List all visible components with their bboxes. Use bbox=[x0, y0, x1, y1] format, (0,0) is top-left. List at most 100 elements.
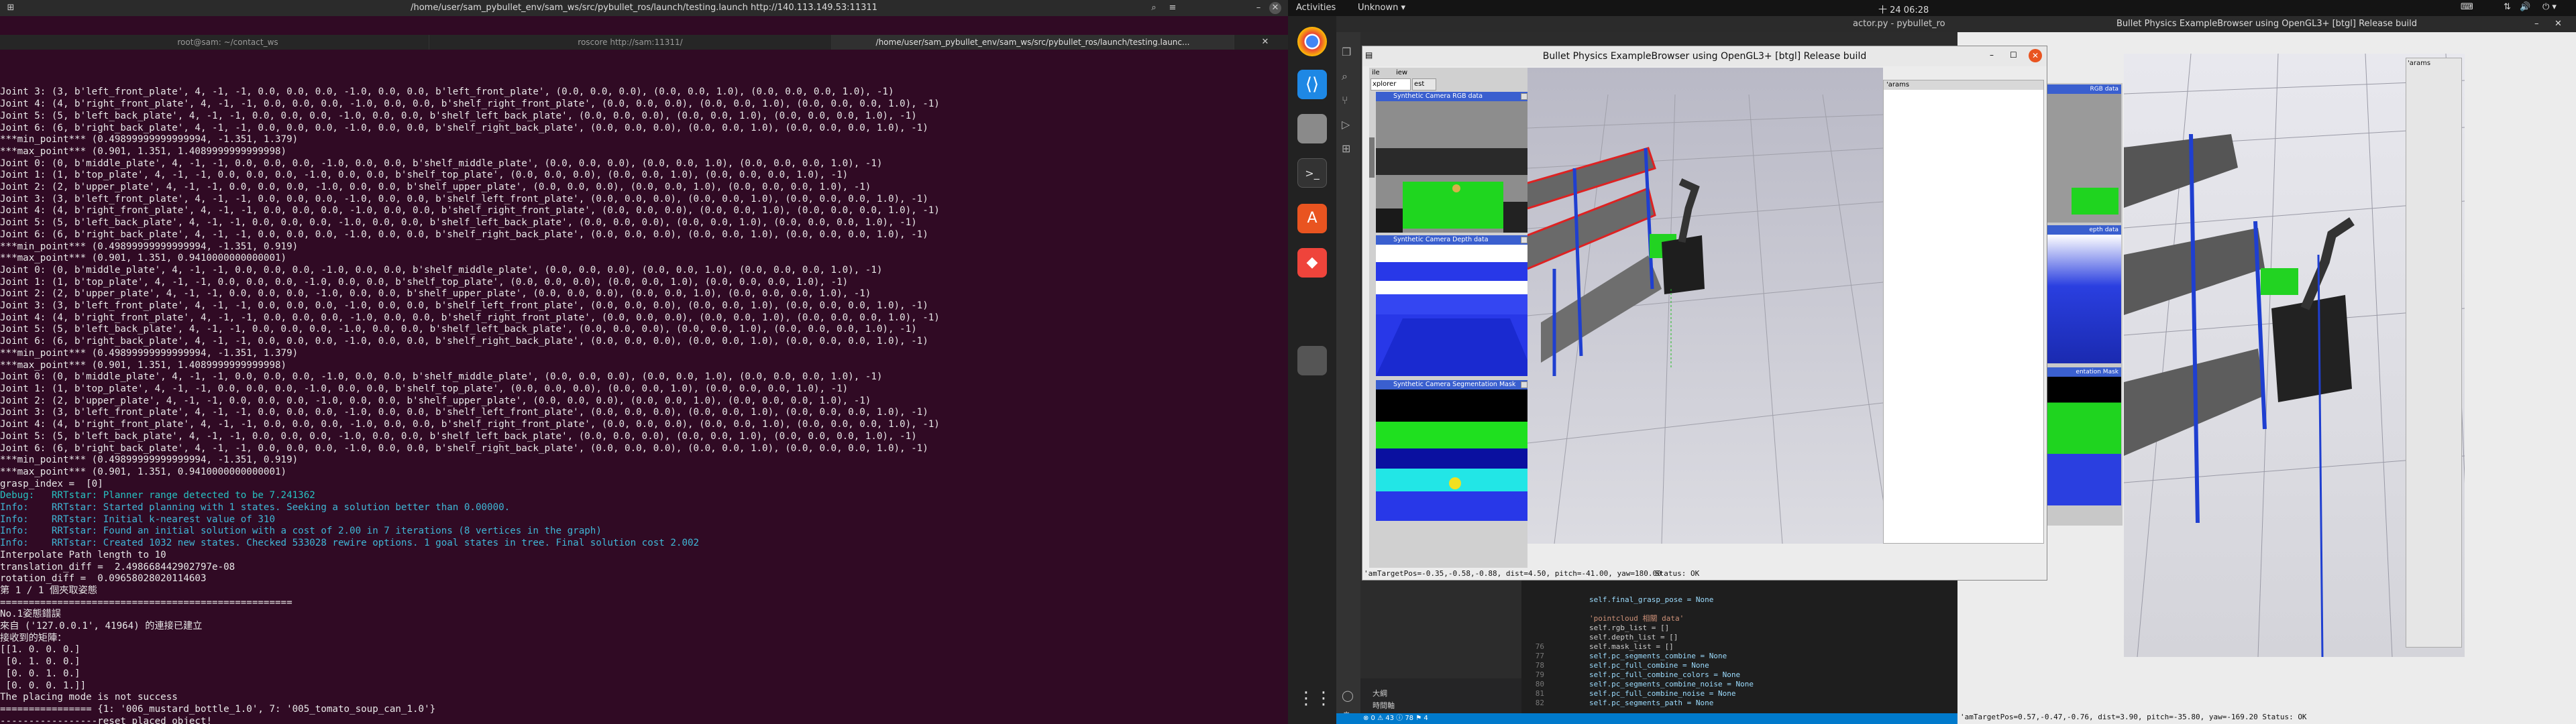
vscode-statusbar: ⊗ 0 ⚠ 43 ⓘ 78 ⚑ 4 bbox=[1336, 713, 1957, 724]
minimize-icon[interactable]: – bbox=[1990, 50, 1994, 60]
bullet-main-statusbar: 'amTargetPos=-0.35,-0.58,-0.88, dist=4.5… bbox=[1362, 568, 2047, 580]
params-title: 'arams bbox=[1884, 80, 2043, 90]
tab-explorer[interactable]: xplorer bbox=[1371, 78, 1411, 90]
terminal-line: No.1姿態錯誤 bbox=[0, 609, 61, 620]
close-icon[interactable]: ✕ bbox=[2029, 49, 2042, 62]
terminal-output[interactable]: Joint 3: (3, b'left_front_plate', 4, -1,… bbox=[0, 63, 1288, 724]
anydesk-icon[interactable]: ◆ bbox=[1297, 248, 1327, 278]
app-menu[interactable]: Unknown ▾ bbox=[1358, 3, 1405, 13]
terminal-line: Joint 4: (4, b'right_front_plate', 4, -1… bbox=[0, 99, 940, 110]
terminal-line: ***min_point*** (0.49899999999999994, -1… bbox=[0, 455, 299, 466]
vscode-title: actor.py - pybullet_ro bbox=[1853, 19, 1945, 29]
vscode-icon[interactable]: ⟨⟩ bbox=[1297, 70, 1327, 99]
bullet-window-main: Bullet Physics ExampleBrowser using Open… bbox=[1362, 46, 2047, 581]
chrome-icon[interactable] bbox=[1297, 27, 1327, 56]
terminal-line: [[1. 0. 0. 0.] bbox=[0, 644, 80, 656]
camera-status: 'amTargetPos=-0.35,-0.58,-0.88, dist=4.5… bbox=[1364, 569, 1662, 578]
search-icon[interactable]: ⌕ bbox=[1147, 2, 1161, 14]
terminal-line: The placing mode is not success bbox=[0, 692, 178, 703]
terminal-line: ================ {1: '006_mustard_bottle… bbox=[0, 703, 436, 715]
terminal-line: 第 1 / 1 個夾取姿態 bbox=[0, 585, 97, 596]
terminal-line: Joint 4: (4, b'right_front_plate', 4, -1… bbox=[0, 419, 940, 430]
line-number: 81 bbox=[1535, 689, 1544, 698]
terminal-line: ***max_point*** (0.901, 1.351, 1.4089999… bbox=[0, 359, 287, 371]
second-statusbar: 'amTargetPos=0.57,-0.47,-0.76, dist=3.90… bbox=[1957, 711, 2576, 724]
line-code: 'pointcloud 相關 data' bbox=[1554, 614, 1684, 623]
clock[interactable]: 十 24 06:28 bbox=[1878, 3, 1929, 15]
extensions-icon[interactable]: ⊞ bbox=[1342, 142, 1350, 155]
terminal-line: Joint 1: (1, b'top_plate', 4, -1, -1, 0.… bbox=[0, 276, 849, 288]
volume-icon[interactable]: 🔊 bbox=[2520, 2, 2530, 12]
terminal-line: Info: RRTstar: Started planning with 1 s… bbox=[0, 502, 511, 514]
terminal-line: Joint 3: (3, b'left_front_plate', 4, -1,… bbox=[0, 193, 928, 204]
terminal-line: Debug: RRTstar: Planner range detected t… bbox=[0, 490, 315, 501]
view-menu[interactable]: iew bbox=[1396, 69, 1407, 76]
bullet-main-scene[interactable] bbox=[1527, 68, 1890, 544]
line-number: 76 bbox=[1535, 642, 1544, 651]
tab-testing-launch[interactable]: /home/user/sam_pybullet_env/sam_ws/src/p… bbox=[832, 35, 1234, 50]
source-control-icon[interactable]: ⑂ bbox=[1342, 94, 1348, 107]
depth-panel-image bbox=[1376, 245, 1534, 376]
software-icon[interactable]: A bbox=[1297, 204, 1327, 233]
rgb-render bbox=[1376, 101, 1534, 233]
search-icon[interactable]: ⌕ bbox=[1342, 70, 1348, 83]
keyboard-icon[interactable]: ⌨ bbox=[2461, 2, 2473, 12]
line-code: self.depth_list = [] bbox=[1554, 633, 1678, 642]
panel-scroll[interactable] bbox=[1369, 137, 1375, 178]
run-debug-icon[interactable]: ▷ bbox=[1342, 118, 1350, 131]
close-icon[interactable]: ✕ bbox=[1269, 2, 1281, 14]
editor-line: 77 self.pc_segments_combine = None bbox=[1521, 652, 1957, 661]
outline-section[interactable]: 大綱 bbox=[1373, 688, 1387, 699]
terminal-icon[interactable]: >_ bbox=[1297, 158, 1327, 188]
minimize-icon[interactable]: – bbox=[1252, 2, 1265, 14]
editor-line: self.final_grasp_pose = None bbox=[1521, 595, 1957, 605]
terminal-line: Joint 6: (6, b'right_back_plate', 4, -1,… bbox=[0, 442, 928, 454]
timeline-section[interactable]: 時間軸 bbox=[1373, 700, 1395, 711]
terminal-line: Interpolate Path length to 10 bbox=[0, 549, 166, 560]
show-apps-icon[interactable]: ⋮⋮⋮ bbox=[1297, 684, 1350, 713]
second-params-panel: 'arams bbox=[2406, 58, 2462, 648]
terminal-line: Info: RRTstar: Found an initial solution… bbox=[0, 526, 602, 537]
minimize-icon[interactable]: – bbox=[2534, 19, 2539, 29]
close-icon[interactable]: ✕ bbox=[2555, 19, 2562, 29]
window-menu-icon[interactable]: ▤ bbox=[1365, 50, 1373, 60]
problems-status[interactable]: ⊗ 0 ⚠ 43 ⓘ 78 ⚑ 4 bbox=[1363, 715, 1428, 722]
explorer-icon[interactable]: ❐ bbox=[1342, 46, 1351, 58]
editor-line: 'pointcloud 相關 data' bbox=[1521, 614, 1957, 623]
rgb-panel-title: RGB data bbox=[2045, 84, 2121, 94]
terminal-line: Joint 5: (5, b'left_back_plate', 4, -1, … bbox=[0, 430, 917, 442]
terminal-line: ***min_point*** (0.49899999999999994, -1… bbox=[0, 134, 299, 145]
terminal-title: /home/user/sam_pybullet_env/sam_ws/src/p… bbox=[411, 3, 877, 13]
power-icon[interactable]: ⏻ ▾ bbox=[2542, 2, 2557, 12]
terminal-line: Joint 4: (4, b'right_front_plate', 4, -1… bbox=[0, 312, 940, 323]
file-menu[interactable]: ile bbox=[1372, 69, 1380, 76]
window-preview-icon[interactable] bbox=[1297, 346, 1327, 375]
terminal-line: ***max_point*** (0.901, 1.351, 0.9410000… bbox=[0, 466, 287, 477]
rgb-panel-close[interactable] bbox=[1521, 93, 1527, 100]
seg-panel-close[interactable] bbox=[1521, 381, 1527, 388]
scene-render bbox=[1527, 94, 1890, 544]
tab-test[interactable]: est bbox=[1412, 78, 1436, 90]
terminal-line: ***max_point*** (0.901, 1.351, 1.4089999… bbox=[0, 145, 287, 157]
activities-button[interactable]: Activities bbox=[1296, 3, 1336, 13]
app-menu-label: Unknown bbox=[1358, 3, 1399, 13]
files-icon[interactable] bbox=[1297, 114, 1327, 143]
code-editor[interactable]: self.final_grasp_pose = None 'pointcloud… bbox=[1521, 571, 1957, 724]
terminal-line: grasp_index = [0] bbox=[0, 478, 103, 489]
line-code: self.mask_list = [] bbox=[1554, 642, 1674, 651]
tab-contact-ws[interactable]: root@sam: ~/contact_ws bbox=[27, 35, 429, 50]
menu-icon[interactable]: ≡ bbox=[1166, 2, 1179, 14]
robot-arm bbox=[1678, 178, 1700, 243]
editor-line: 78 self.pc_full_combine = None bbox=[1521, 661, 1957, 670]
network-icon[interactable]: ⇅ bbox=[2504, 2, 2511, 12]
line-number: 78 bbox=[1535, 661, 1544, 670]
maximize-icon[interactable]: ☐ bbox=[2010, 50, 2017, 60]
rgb-panel-image bbox=[2045, 94, 2121, 223]
tab-close-icon[interactable]: ✕ bbox=[1258, 36, 1272, 48]
account-icon[interactable]: ◯ bbox=[1342, 689, 1354, 702]
seg-panel-image bbox=[1376, 389, 1534, 521]
terminal-tabs: root@sam: ~/contact_ws roscore http://sa… bbox=[0, 35, 1288, 50]
depth-panel-close[interactable] bbox=[1521, 237, 1527, 243]
rgb-panel-title: Synthetic Camera RGB data bbox=[1376, 92, 1534, 101]
tab-roscore[interactable]: roscore http://sam:11311/ bbox=[429, 35, 832, 50]
